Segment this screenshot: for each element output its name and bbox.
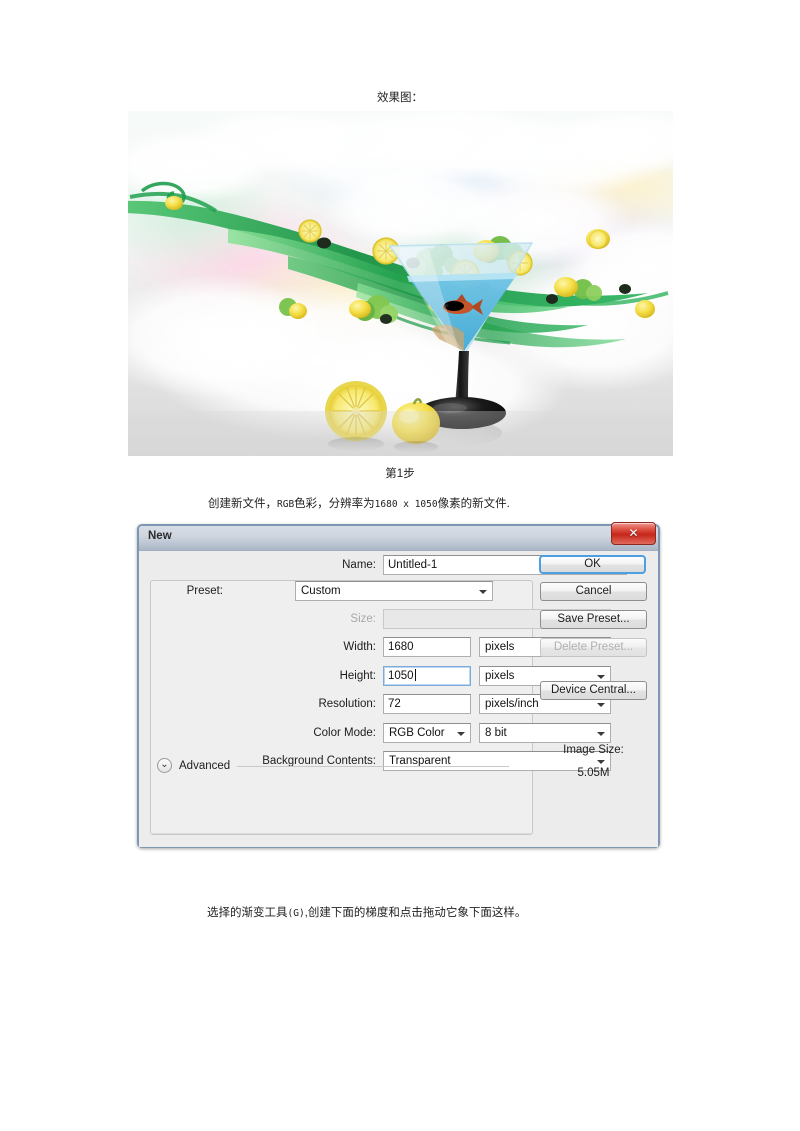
device-central-button[interactable]: Device Central...	[540, 681, 647, 700]
size-label: Size:	[350, 613, 376, 625]
step1-text-c: 色彩，分辨率为	[294, 498, 375, 510]
new-document-dialog: New ✕ Name: Untitled-1 Preset: Custom Si…	[137, 522, 660, 848]
preset-value: Custom	[301, 585, 341, 597]
bit-depth-select[interactable]: 8 bit	[479, 723, 611, 743]
step2-text-c: ,创建下面的梯度和点击拖动它象下面这样。	[304, 907, 527, 919]
close-glyph: ✕	[628, 526, 639, 540]
chevron-down-icon	[457, 732, 465, 736]
step1-text-e: 像素的新文件.	[437, 498, 510, 510]
advanced-divider	[237, 766, 509, 767]
twisty-glyph: ⌄	[160, 759, 169, 770]
chevron-down-icon[interactable]: ⌄	[157, 758, 172, 773]
step2-shortcut: (G)	[287, 908, 305, 919]
preset-label: Preset:	[186, 585, 223, 597]
step1-rgb: RGB	[277, 499, 295, 510]
image-size-label: Image Size:	[563, 744, 624, 756]
color-mode-label: Color Mode:	[313, 727, 376, 739]
step-heading: 第1步	[385, 468, 415, 480]
advanced-section[interactable]: ⌄ Advanced	[157, 757, 509, 775]
dialog-title: New	[148, 530, 172, 542]
name-label: Name:	[342, 559, 376, 571]
dialog-body: Name: Untitled-1 Preset: Custom Size: Wi…	[139, 551, 658, 847]
text-caret	[414, 669, 416, 681]
panel-inner-edge	[151, 833, 532, 834]
color-mode-select[interactable]: RGB Color	[383, 723, 471, 743]
save-preset-button[interactable]: Save Preset...	[540, 610, 647, 629]
height-input[interactable]: 1050	[383, 666, 471, 686]
height-label: Height:	[339, 670, 376, 682]
color-mode-value: RGB Color	[389, 727, 445, 739]
step2-text-a: 选择的渐变工具	[207, 907, 288, 919]
width-label: Width:	[343, 641, 376, 653]
chevron-down-icon	[597, 760, 605, 764]
resolution-unit-value: pixels/inch	[485, 698, 539, 710]
result-artwork-image	[128, 111, 673, 456]
close-icon[interactable]: ✕	[611, 522, 656, 545]
artwork-svg	[128, 111, 673, 456]
resolution-input[interactable]: 72	[383, 694, 471, 714]
chevron-down-icon	[479, 590, 487, 594]
step1-text-a: 创建新文件，	[208, 498, 277, 510]
advanced-label: Advanced	[179, 760, 231, 772]
bit-depth-value: 8 bit	[485, 727, 507, 739]
delete-preset-button: Delete Preset...	[540, 638, 647, 657]
dialog-titlebar: New ✕	[139, 522, 658, 551]
step1-resolution: 1680 x 1050	[374, 499, 438, 510]
step1-paragraph: 创建新文件，RGB色彩，分辨率为1680 x 1050像素的新文件.	[208, 496, 510, 513]
chevron-down-icon	[597, 732, 605, 736]
preset-select[interactable]: Custom	[295, 581, 493, 601]
cancel-button[interactable]: Cancel	[540, 582, 647, 601]
step2-paragraph: 选择的渐变工具(G),创建下面的梯度和点击拖动它象下面这样。	[207, 905, 526, 922]
height-value: 1050	[388, 670, 414, 682]
width-unit-value: pixels	[485, 641, 515, 653]
chevron-down-icon	[597, 675, 605, 679]
image-size-value: 5.05M	[577, 767, 610, 779]
chevron-down-icon	[597, 703, 605, 707]
ok-button[interactable]: OK	[539, 555, 646, 574]
result-caption: 效果图：	[377, 92, 423, 104]
width-input[interactable]: 1680	[383, 637, 471, 657]
height-unit-value: pixels	[485, 670, 515, 682]
resolution-label: Resolution:	[318, 698, 376, 710]
